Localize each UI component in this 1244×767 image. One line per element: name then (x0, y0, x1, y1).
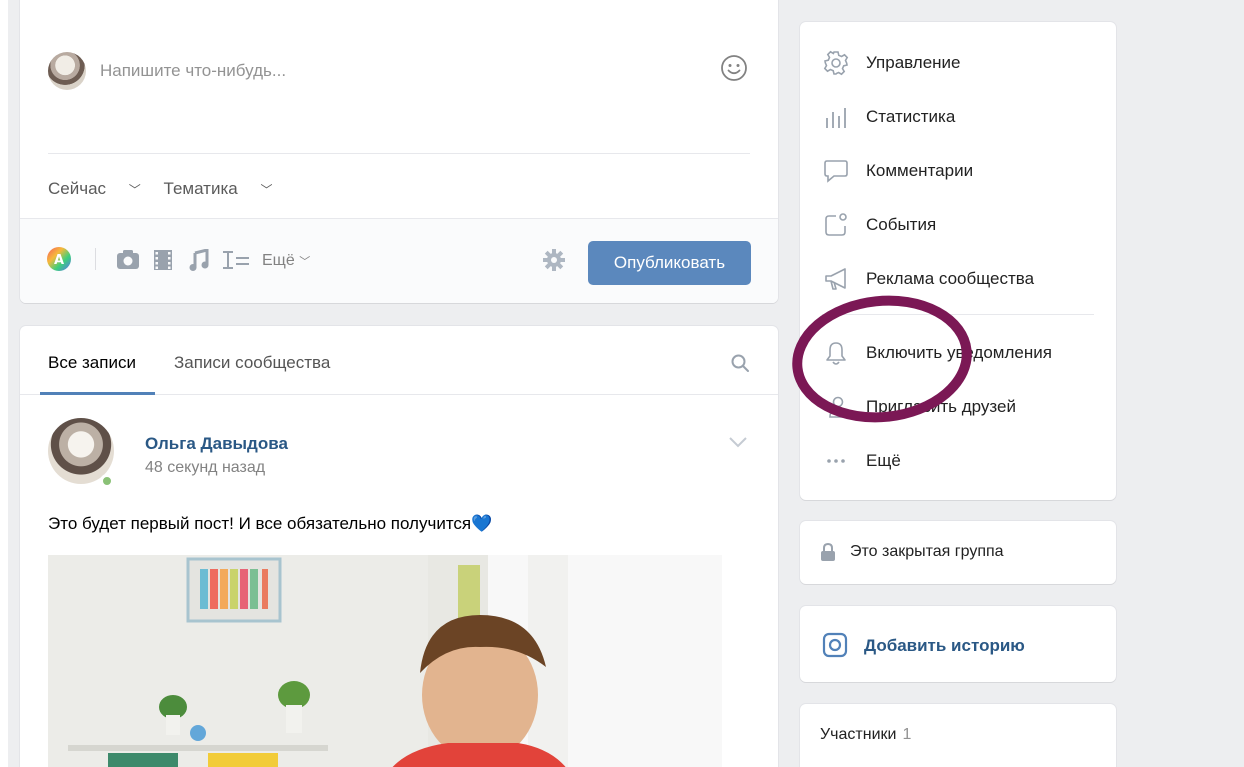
members-label: Участники (820, 726, 897, 743)
post-text: Это будет первый пост! И все обязательно… (48, 514, 493, 533)
menu-item-statistics[interactable]: Статистика (822, 102, 955, 132)
music-icon[interactable] (188, 249, 210, 271)
topic-select[interactable]: Тематика ﹀ (164, 179, 273, 199)
menu-item-label: Статистика (866, 107, 956, 126)
menu-item-label: Пригласить друзей (866, 397, 1016, 416)
menu-item-label: Ещё (866, 451, 901, 470)
gear-icon (823, 50, 849, 76)
menu-item-ads[interactable]: Реклама сообщества (822, 264, 1034, 294)
menu-item-label: Управление (866, 53, 961, 72)
more-label: Ещё (262, 252, 295, 269)
menu-item-label: События (866, 215, 937, 234)
events-icon (825, 213, 847, 236)
svg-text:A: A (54, 253, 64, 268)
members-heading[interactable]: Участники 1 (820, 726, 911, 744)
active-tab-indicator (40, 392, 155, 395)
post-photo[interactable] (48, 555, 722, 767)
feed-tabs: Все записи Записи сообщества (20, 326, 778, 395)
members-count: 1 (902, 726, 912, 743)
menu-item-label: Включить уведомления (866, 343, 1052, 362)
emoji-icon[interactable] (720, 54, 748, 82)
toolbar-divider (95, 248, 96, 270)
story-camera-icon (822, 632, 848, 658)
post-photo-illustration (48, 555, 722, 767)
menu-item-invite[interactable]: Пригласить друзей (822, 392, 1016, 422)
more-dots-icon (827, 459, 845, 463)
megaphone-icon (825, 268, 846, 290)
menu-item-more[interactable]: Ещё (822, 446, 901, 476)
time-select-label: Сейчас (48, 179, 107, 198)
divider (48, 153, 750, 154)
more-attachments-button[interactable]: Ещё ﹀ (262, 252, 310, 270)
menu-item-notifications[interactable]: Включить уведомления (822, 338, 1052, 368)
post-time[interactable]: 48 секунд назад (145, 459, 265, 477)
add-story-label[interactable]: Добавить историю (864, 636, 1025, 656)
photo-icon[interactable] (116, 249, 140, 271)
online-indicator (100, 474, 114, 488)
stats-icon (826, 108, 846, 128)
menu-item-label: Комментарии (866, 161, 974, 180)
comment-icon (824, 160, 848, 183)
topic-select-label: Тематика (163, 179, 238, 198)
wall-feed: Все записи Записи сообщества Ольга Давыд… (20, 326, 778, 767)
chevron-down-icon[interactable] (728, 436, 748, 448)
publish-button[interactable]: Опубликовать (588, 241, 751, 285)
time-select[interactable]: Сейчас ﹀ (48, 179, 141, 199)
post-author[interactable]: Ольга Давыдова (145, 434, 288, 454)
chevron-down-icon: ﹀ (128, 183, 141, 197)
menu-item-events[interactable]: События (822, 210, 936, 240)
group-privacy-card: Это закрытая группа (800, 521, 1116, 584)
chevron-down-icon: ﹀ (299, 256, 311, 268)
bell-icon (826, 342, 846, 365)
menu-item-manage[interactable]: Управление (822, 48, 961, 78)
article-icon[interactable] (222, 249, 250, 271)
tab-all-posts[interactable]: Все записи (48, 353, 136, 373)
add-story-card[interactable]: Добавить историю (800, 606, 1116, 682)
user-avatar[interactable] (48, 52, 86, 90)
community-actions-menu: Управление Статистика Комментарии Событи… (800, 22, 1116, 500)
left-edge (0, 0, 8, 767)
menu-item-comments[interactable]: Комментарии (822, 156, 973, 186)
search-icon[interactable] (730, 353, 750, 373)
group-privacy-label: Это закрытая группа (850, 543, 1004, 560)
post-input[interactable]: Напишите что-нибудь... (100, 61, 286, 81)
tab-community-posts[interactable]: Записи сообщества (174, 353, 330, 373)
post-composer: Напишите что-нибудь... Сейчас ﹀ Тематика… (20, 0, 778, 303)
settings-icon[interactable] (543, 249, 565, 271)
video-icon[interactable] (152, 249, 174, 271)
invite-icon (825, 396, 847, 418)
lock-icon (821, 543, 835, 561)
menu-item-label: Реклама сообщества (866, 269, 1035, 288)
post-options: Сейчас ﹀ Тематика ﹀ (48, 179, 290, 199)
members-card[interactable]: Участники 1 (800, 704, 1116, 767)
chevron-down-icon: ﹀ (260, 183, 273, 197)
menu-divider (822, 314, 1094, 315)
art-icon[interactable]: A (46, 246, 72, 272)
